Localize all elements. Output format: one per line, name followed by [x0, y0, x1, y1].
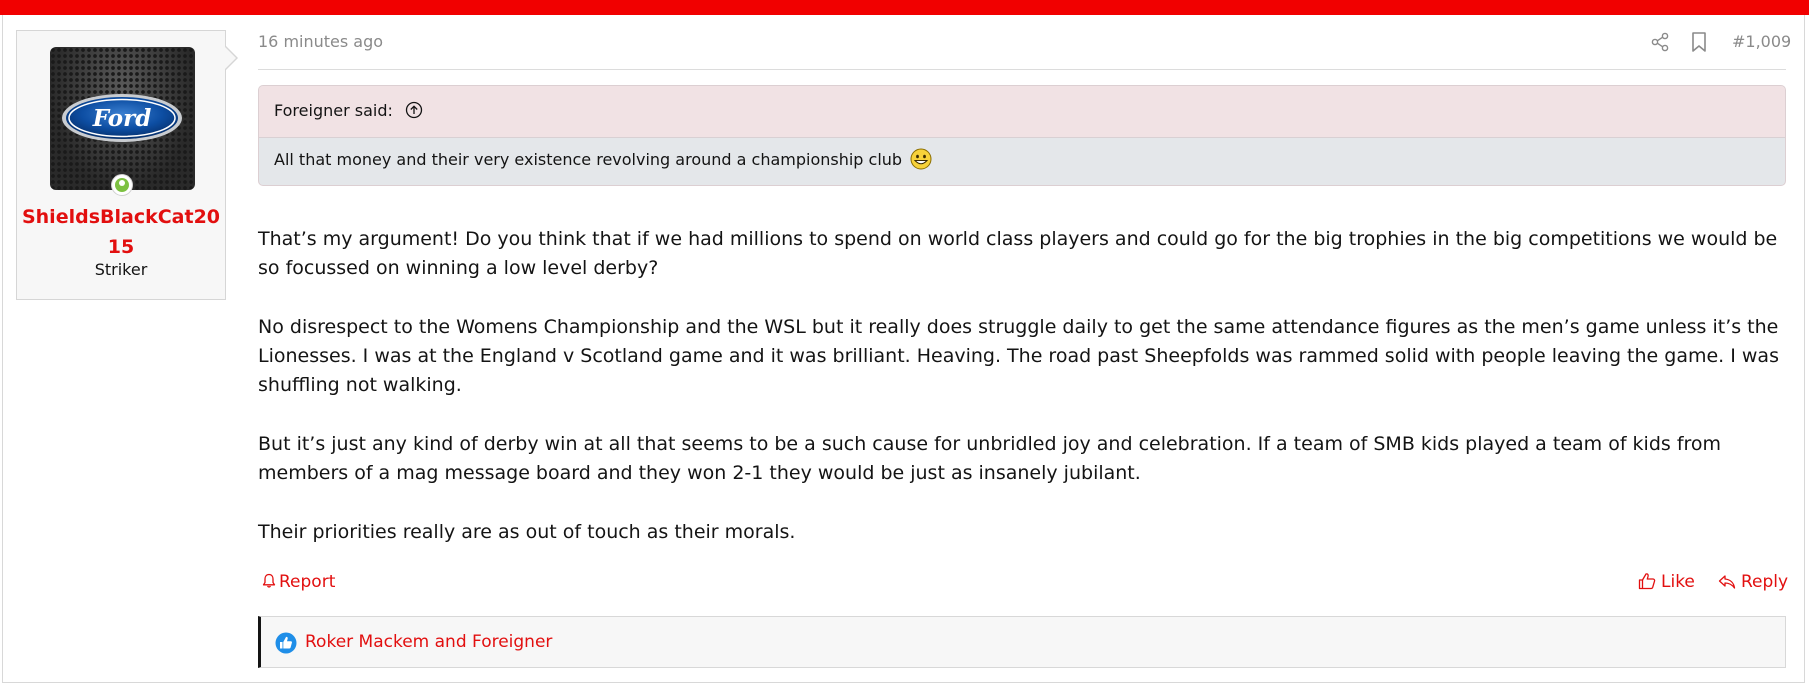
reply-button[interactable]: Reply: [1718, 572, 1788, 592]
svg-text:Ford: Ford: [92, 105, 152, 132]
post-paragraph: No disrespect to the Womens Championship…: [258, 316, 1779, 396]
bell-icon: [262, 573, 276, 588]
post-number-link[interactable]: #1,009: [1732, 32, 1791, 51]
like-label: Like: [1661, 572, 1695, 592]
header-divider: [258, 69, 1786, 70]
post-paragraph: Their priorities really are as out of to…: [258, 521, 796, 543]
user-title: Striker: [94, 260, 148, 279]
like-reaction-icon: [275, 632, 297, 654]
post-timestamp[interactable]: 16 minutes ago: [258, 32, 383, 51]
online-status-icon: [111, 174, 133, 196]
user-panel-arrow-inner: [225, 47, 236, 69]
quote-text: All that money and their very existence …: [274, 150, 903, 169]
thumbs-up-icon: [1638, 573, 1656, 590]
post-body: That’s my argument! Do you think that if…: [258, 225, 1788, 577]
reactions-bar: Roker Mackem and Foreigner: [258, 616, 1786, 668]
arrow-up-circle-icon[interactable]: [405, 101, 423, 119]
bookmark-icon[interactable]: [1690, 31, 1708, 53]
report-label: Report: [279, 572, 336, 592]
post-paragraph: That’s my argument! Do you think that if…: [258, 228, 1778, 279]
report-button[interactable]: Report: [262, 572, 335, 592]
grin-emoji-icon: [910, 148, 932, 170]
reply-arrow-icon: [1718, 575, 1736, 589]
username-link[interactable]: ShieldsBlackCat2015: [16, 202, 226, 262]
avatar[interactable]: Ford: [50, 47, 195, 190]
top-accent-bar: [0, 0, 1809, 15]
share-icon[interactable]: [1650, 32, 1670, 52]
like-button[interactable]: Like: [1638, 572, 1695, 592]
reply-label: Reply: [1741, 572, 1789, 592]
quote-author[interactable]: Foreigner said:: [274, 101, 393, 120]
post-paragraph: But it’s just any kind of derby win at a…: [258, 433, 1722, 484]
quote-header: Foreigner said:: [259, 86, 1785, 138]
ford-logo-icon: Ford: [62, 94, 182, 142]
reaction-users-link[interactable]: Roker Mackem and Foreigner: [305, 632, 552, 652]
quote-block: Foreigner said: All that money and their…: [258, 85, 1786, 186]
